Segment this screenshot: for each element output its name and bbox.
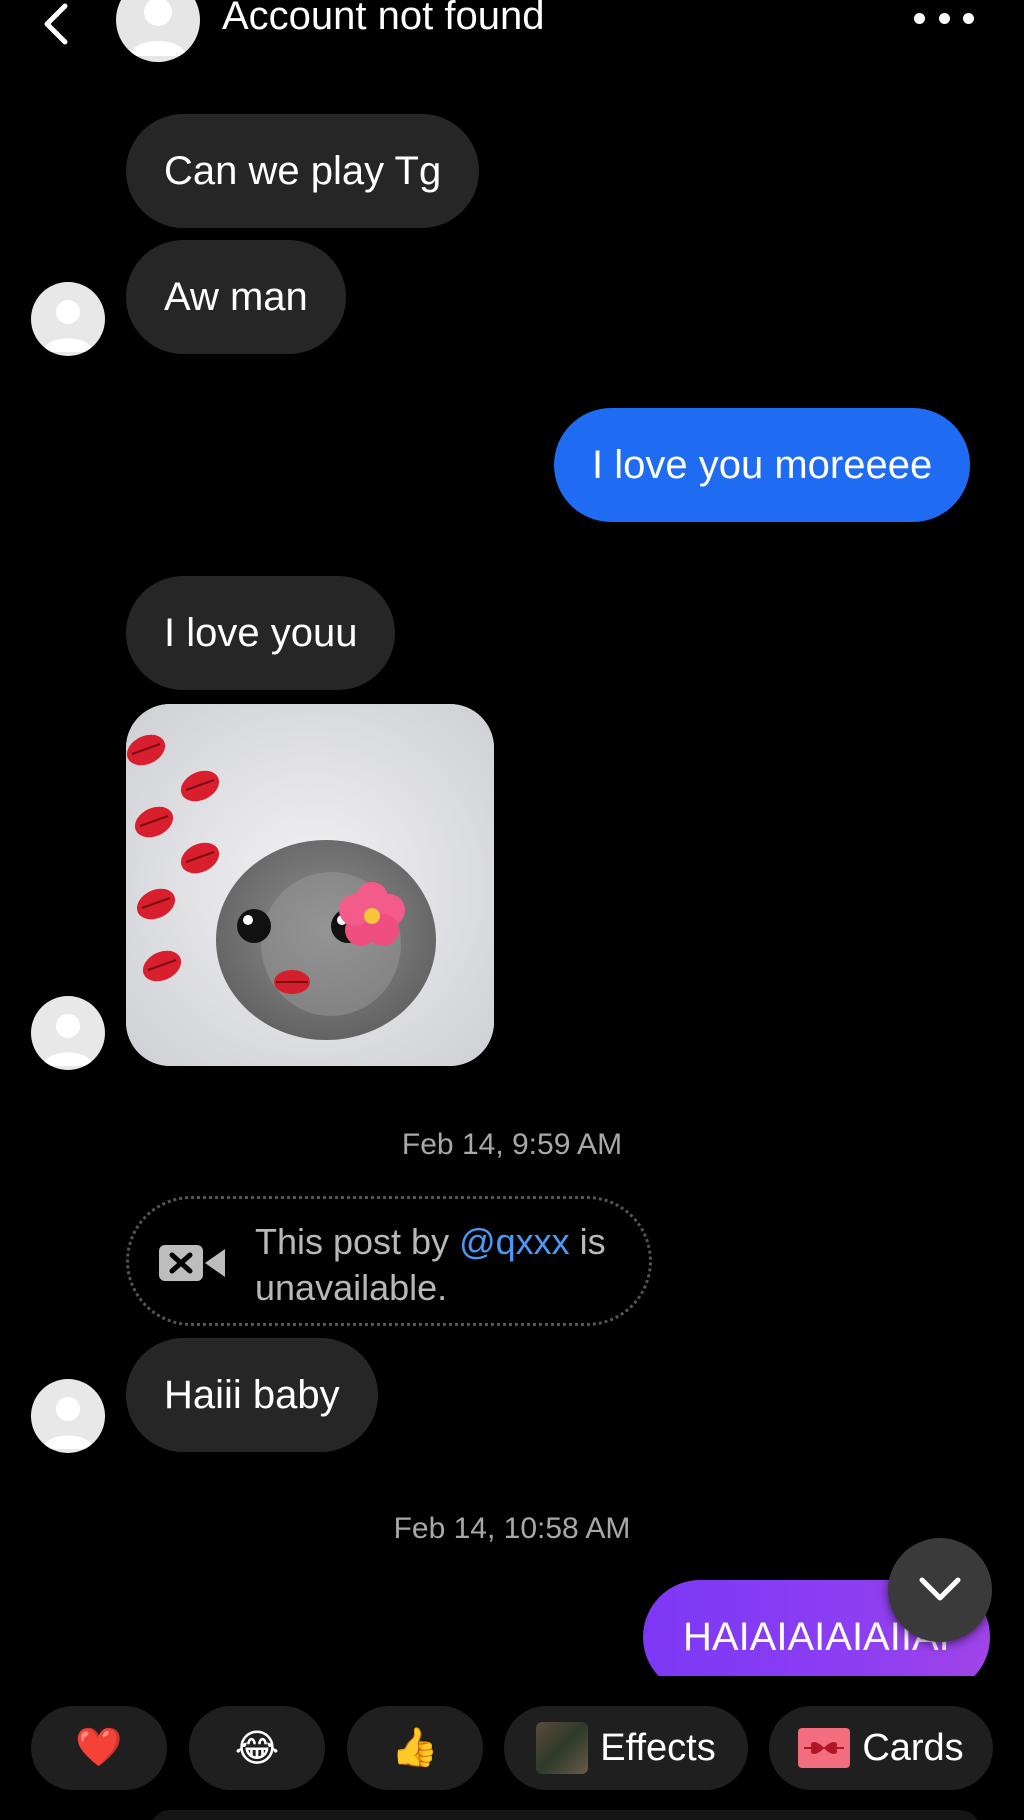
header-avatar[interactable] bbox=[116, 0, 200, 62]
laugh-reaction-button[interactable]: 😂 bbox=[189, 1706, 325, 1790]
scroll-to-bottom-button[interactable] bbox=[888, 1538, 992, 1642]
sender-avatar[interactable] bbox=[31, 1379, 105, 1453]
message-timestamp: Feb 14, 10:58 AM bbox=[393, 1512, 631, 1545]
message-bubble-outgoing[interactable]: I love you moreeee bbox=[554, 408, 971, 522]
unavailable-post-card[interactable]: This post by @qxxx is unavailable. bbox=[126, 1196, 652, 1326]
message-bubble-incoming[interactable]: Can we play Tg bbox=[126, 114, 480, 228]
unavailable-post-prefix: This post by bbox=[255, 1221, 460, 1262]
mention-link[interactable]: @qxxx bbox=[459, 1221, 570, 1262]
message-bubble-incoming[interactable]: I love youu bbox=[126, 576, 396, 690]
thumbs-up-reaction-button[interactable]: 👍 bbox=[347, 1706, 483, 1790]
heart-reaction-button[interactable]: ❤️ bbox=[31, 1706, 167, 1790]
effects-button[interactable]: Effects bbox=[504, 1706, 748, 1790]
message-composer[interactable] bbox=[150, 1810, 980, 1820]
more-horizontal-icon bbox=[914, 12, 925, 24]
quick-reactions-bar: ❤️ 😂 👍 Effects Cards bbox=[0, 1706, 1024, 1790]
cards-label: Cards bbox=[862, 1726, 964, 1769]
effects-label: Effects bbox=[600, 1726, 716, 1769]
sticker-image bbox=[126, 704, 494, 1066]
unavailable-post-text: This post by @qxxx is unavailable. bbox=[255, 1219, 645, 1311]
user-placeholder-icon bbox=[43, 1014, 93, 1066]
user-placeholder-icon bbox=[43, 300, 93, 352]
message-bubble-incoming[interactable]: Aw man bbox=[126, 240, 346, 354]
message-timestamp: Feb 14, 9:59 AM bbox=[401, 1128, 623, 1161]
user-placeholder-icon bbox=[130, 0, 186, 56]
last-message-clip: HAIAIAIAIAIIAI bbox=[0, 1560, 1024, 1676]
chat-screen: Account not found Can we play Tg Aw man … bbox=[0, 0, 1024, 1820]
more-options-button[interactable] bbox=[914, 8, 974, 28]
video-off-icon bbox=[159, 1245, 225, 1281]
chat-header: Account not found bbox=[0, 0, 1024, 70]
message-bubble-incoming[interactable]: Haiii baby bbox=[126, 1338, 378, 1452]
chevron-down-icon bbox=[919, 1577, 961, 1601]
chevron-left-icon bbox=[44, 3, 68, 45]
back-button[interactable] bbox=[36, 0, 76, 48]
cards-button[interactable]: Cards bbox=[769, 1706, 993, 1790]
hamster-kiss-sticker[interactable] bbox=[126, 704, 494, 1066]
laughing-face-icon: 😂 bbox=[234, 1727, 280, 1770]
effects-thumbnail-icon bbox=[536, 1722, 589, 1774]
sender-avatar[interactable] bbox=[31, 282, 105, 356]
chat-title[interactable]: Account not found bbox=[222, 0, 544, 39]
sender-avatar[interactable] bbox=[31, 996, 105, 1070]
heart-icon: ❤️ bbox=[75, 1727, 123, 1769]
thumbs-up-icon: 👍 bbox=[391, 1727, 439, 1769]
user-placeholder-icon bbox=[43, 1397, 93, 1449]
gift-card-icon bbox=[798, 1728, 851, 1768]
